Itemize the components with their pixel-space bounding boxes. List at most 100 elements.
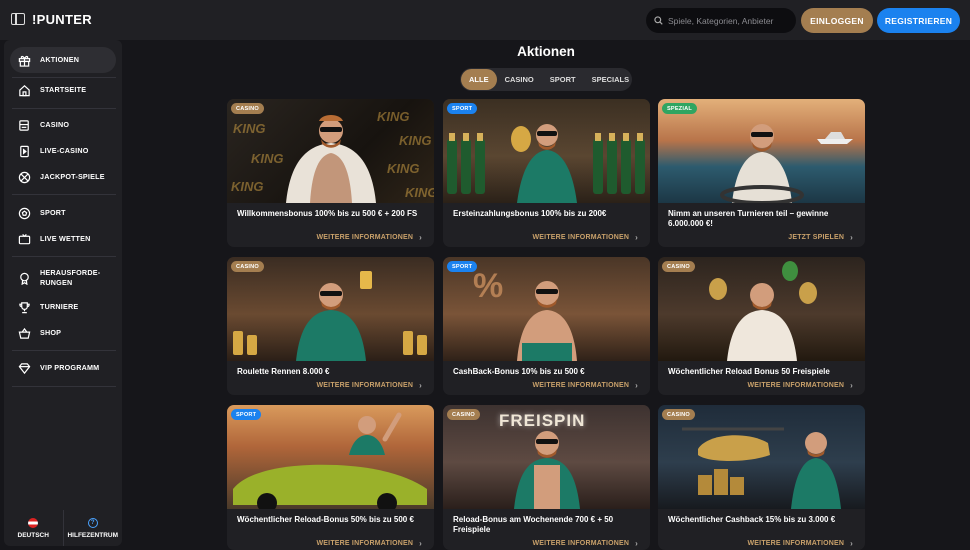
basket-icon (17, 326, 31, 340)
sidebar-item-label: CASINO (40, 120, 70, 129)
sidebar-item-label: STARTSEITE (40, 85, 87, 94)
promo-card[interactable]: FREISPIN CASINO Reload-Bonus am Wochenen… (443, 405, 650, 550)
promo-link[interactable]: WEITERE INFORMATIONEN › (748, 539, 854, 548)
chevron-right-icon: › (850, 233, 853, 242)
football-icon (17, 206, 31, 220)
help-label: HILFEZENTRUM (67, 531, 119, 539)
help-center-link[interactable]: ? HILFEZENTRUM (62, 510, 123, 546)
promo-image: SPORT (443, 99, 650, 203)
freispin-figure (513, 431, 580, 509)
sports-car (233, 464, 427, 509)
search-input[interactable] (668, 15, 788, 26)
promo-title: Willkommensbonus 100% bis zu 500 € + 200… (237, 209, 418, 218)
promo-title: Wöchentlicher Reload-Bonus 50% bis zu 50… (237, 515, 414, 524)
category-badge: SPEZIAL (662, 103, 698, 114)
tab-specials[interactable]: SPECIALS (584, 69, 638, 90)
driver-figure (349, 412, 402, 455)
language-selector[interactable]: DEUTSCH (4, 510, 63, 546)
sidebar-toggle-icon[interactable] (11, 13, 25, 25)
category-badge: CASINO (662, 409, 695, 420)
promo-title: Wöchentlicher Cashback 15% bis zu 3.000 … (668, 515, 836, 524)
promo-image: SPORT (227, 405, 434, 509)
login-button[interactable]: EINLOGGEN (801, 8, 873, 33)
live-casino-icon (17, 144, 31, 158)
chevron-right-icon: › (419, 233, 422, 242)
promo-card[interactable]: SPORT Ersteinzahlungsbonus 100% bis zu 2… (443, 99, 650, 247)
promo-link[interactable]: WEITERE INFORMATIONEN › (317, 539, 423, 548)
sidebar-item-sport[interactable]: SPORT (10, 200, 116, 226)
promo-link[interactable]: WEITERE INFORMATIONEN › (317, 381, 423, 390)
promo-card[interactable]: CASINO Wöchentlicher Cashback 15% bis zu… (658, 405, 865, 550)
filter-tabs: ALLE CASINO SPORT SPECIALS (460, 68, 632, 91)
chevron-right-icon: › (635, 233, 638, 242)
sidebar-item-shop[interactable]: SHOP (10, 320, 116, 346)
chevron-right-icon: › (850, 381, 853, 390)
promo-card[interactable]: SPORT Wöchentlicher Reload-Bonus 50% bis… (227, 405, 434, 550)
promo-card[interactable]: SPEZIAL Nimm an unseren Turnieren teil –… (658, 99, 865, 247)
helicopter-and-gold (682, 427, 784, 495)
promo-link[interactable]: JETZT SPIELEN › (788, 233, 853, 242)
search-icon (654, 16, 663, 25)
sidebar-item-label: TURNIERE (40, 302, 79, 311)
register-button[interactable]: REGISTRIEREN (877, 8, 960, 33)
promo-link[interactable]: WEITERE INFORMATIONEN › (533, 381, 639, 390)
promo-card[interactable]: CASINO Roulette Rennen 8.000 € WEITERE I… (227, 257, 434, 395)
help-icon: ? (87, 517, 98, 528)
boat-driver-figure (719, 124, 804, 203)
category-badge: SPORT (447, 103, 478, 114)
eggs-figure (726, 283, 797, 361)
fighter-figure (285, 115, 376, 203)
player-figure (516, 124, 577, 203)
promo-image: SPEZIAL (658, 99, 865, 203)
promo-card[interactable]: CASINO Wöchentlicher Reload Bonus 50 Fre… (658, 257, 865, 395)
promo-link[interactable]: WEITERE INFORMATIONEN › (533, 539, 639, 548)
page-title: Aktionen (517, 44, 575, 59)
casino-cards-icon (17, 118, 31, 132)
promo-card[interactable]: % SPORT CashBack-Bonus 10% bis zu 500 € … (443, 257, 650, 395)
tab-sport[interactable]: SPORT (542, 69, 584, 90)
tab-casino[interactable]: CASINO (497, 69, 542, 90)
jackpot-icon (17, 170, 31, 184)
promo-title: Wöchentlicher Reload Bonus 50 Freispiele (668, 367, 830, 376)
german-flag-icon (28, 517, 39, 528)
chevron-right-icon: › (635, 381, 638, 390)
sidebar-item-live-wetten[interactable]: LIVE WETTEN (10, 226, 116, 252)
promo-link[interactable]: WEITERE INFORMATIONEN › (748, 381, 854, 390)
cashback-figure (516, 281, 577, 361)
beer-figure (295, 271, 372, 361)
promo-link[interactable]: WEITERE INFORMATIONEN › (317, 233, 423, 242)
promo-link[interactable]: WEITERE INFORMATIONEN › (533, 233, 639, 242)
promo-image: CASINO (227, 257, 434, 361)
sidebar-item-herausforderungen[interactable]: HERAUSFORDE- RUNGEN (10, 264, 116, 292)
trophy-challenge-icon (17, 271, 31, 285)
category-badge: CASINO (231, 261, 264, 272)
sidebar-item-live-casino[interactable]: LIVE-CASINO (10, 138, 116, 164)
sidebar-item-jackpot[interactable]: JACKPOT-SPIELE (10, 164, 116, 190)
promo-image: CASINO (658, 405, 865, 509)
promo-image: CASINO (658, 257, 865, 361)
promo-image: % SPORT (443, 257, 650, 361)
sidebar-item-turniere[interactable]: TURNIERE (10, 294, 116, 320)
chevron-right-icon: › (850, 539, 853, 548)
category-badge: SPORT (231, 409, 262, 420)
promo-title: Roulette Rennen 8.000 € (237, 367, 330, 376)
sidebar-item-label: LIVE-CASINO (40, 146, 89, 155)
search-bar[interactable] (646, 8, 796, 33)
home-icon (17, 83, 31, 97)
promo-title: Reload-Bonus am Wochenende 700 € + 50 Fr… (453, 515, 614, 534)
tab-alle[interactable]: ALLE (461, 69, 497, 90)
sidebar-item-label: SHOP (40, 328, 62, 337)
promo-image: FREISPIN CASINO (443, 405, 650, 509)
sidebar-item-casino[interactable]: CASINO (10, 112, 116, 138)
top-bar: !PUNTER EINLOGGEN REGISTRIEREN (0, 0, 970, 40)
live-tv-icon (17, 232, 31, 246)
sidebar-item-vip[interactable]: VIP PROGRAMM (10, 355, 116, 381)
promo-card[interactable]: KING KING KING KING KING KING KING CASIN… (227, 99, 434, 247)
chevron-right-icon: › (419, 539, 422, 548)
sidebar-item-label: HERAUSFORDE- RUNGEN (40, 268, 101, 287)
sidebar-item-startseite[interactable]: STARTSEITE (10, 77, 116, 103)
promo-image: KING KING KING KING KING KING KING CASIN… (227, 99, 434, 203)
promo-title: Ersteinzahlungsbonus 100% bis zu 200€ (453, 209, 607, 218)
language-label: DEUTSCH (17, 531, 49, 539)
logo[interactable]: !PUNTER (32, 12, 92, 27)
